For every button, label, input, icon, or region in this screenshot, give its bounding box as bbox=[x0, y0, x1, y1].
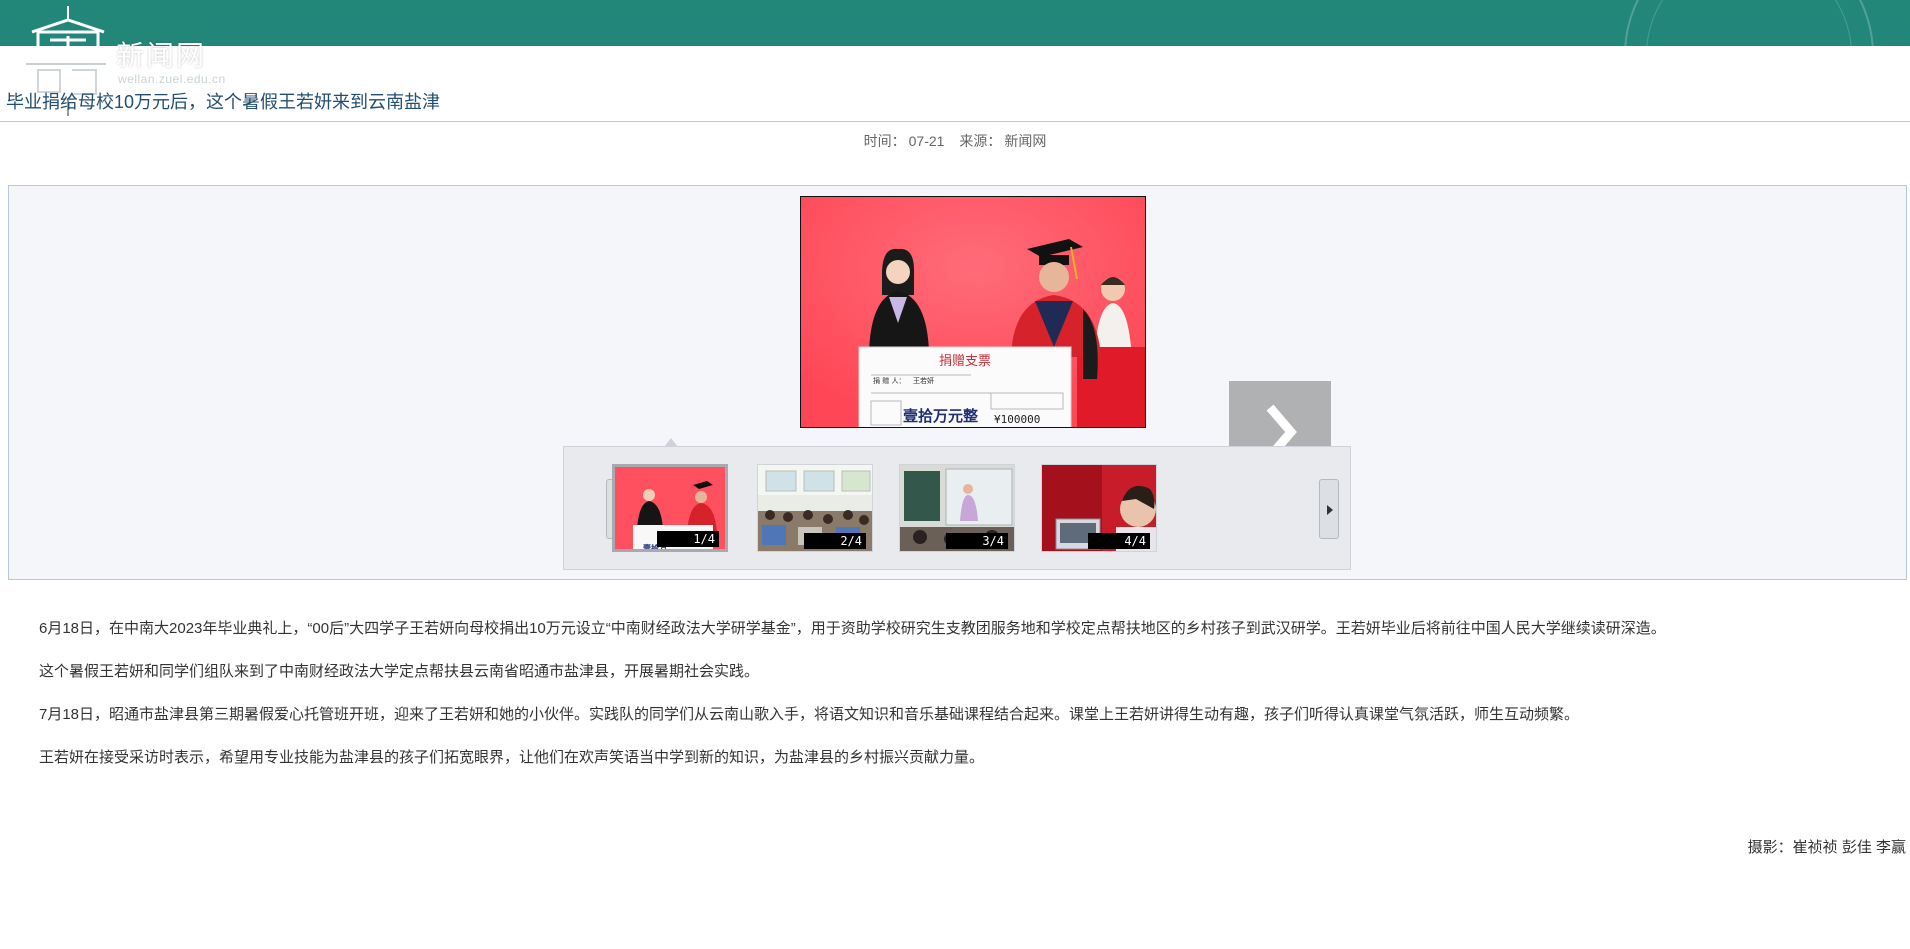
header-band bbox=[0, 0, 1910, 46]
thumbnail-1-counter: 1/4 bbox=[657, 531, 719, 547]
source-label: 来源： bbox=[959, 133, 1002, 149]
article-body: 6月18日，在中南大2023年毕业典礼上，“00后”大四学子王若妍向母校捐出10… bbox=[39, 620, 1899, 792]
thumbnail-4-counter: 4/4 bbox=[1088, 533, 1150, 549]
university-seal-watermark bbox=[1624, 0, 1874, 46]
title-divider bbox=[0, 121, 1910, 122]
triangle-right-icon bbox=[1327, 505, 1333, 515]
thumbnail-3-counter: 3/4 bbox=[946, 533, 1008, 549]
photo-credit: 摄影：崔祯祯 彭佳 李赢 bbox=[1747, 839, 1906, 856]
svg-text:捐 赠 人：: 捐 赠 人： bbox=[873, 376, 905, 385]
source-value: 新闻网 bbox=[1004, 133, 1047, 149]
article-meta: 时间： 07-21 来源： 新闻网 bbox=[0, 131, 1910, 151]
time-value: 07-21 bbox=[908, 133, 945, 149]
cheque-figure: ¥100000 bbox=[994, 413, 1040, 426]
paragraph-1: 6月18日，在中南大2023年毕业典礼上，“00后”大四学子王若妍向母校捐出10… bbox=[39, 620, 1666, 637]
paragraph-2: 这个暑假王若妍和同学们组队来到了中南财经政法大学定点帮扶县云南省昭通市盐津县，开… bbox=[39, 663, 760, 680]
cheque-donor: 王若妍 bbox=[913, 376, 934, 385]
site-domain: wellan.zuel.edu.cn bbox=[118, 72, 226, 86]
active-thumb-pointer bbox=[664, 438, 678, 447]
cheque-amount: 壹拾万元整 bbox=[903, 407, 978, 425]
thumbnail-strip: 壹拾万 1/4 2/4 3/4 4/4 bbox=[563, 438, 1351, 570]
paragraph-3: 7月18日，昭通市盐津县第三期暑假爱心托管班开班，迎来了王若妍和她的小伙伴。实践… bbox=[39, 706, 1580, 723]
paragraph-4: 王若妍在接受采访时表示，希望用专业技能为盐津县的孩子们拓宽眼界，让他们在欢声笑语… bbox=[39, 749, 985, 766]
main-photo[interactable]: 捐赠支票 捐 赠 人： 王若妍 壹拾万元整 ¥100000 bbox=[800, 196, 1146, 428]
thumbnail-1[interactable]: 壹拾万 1/4 bbox=[612, 464, 728, 552]
thumbnail-3[interactable]: 3/4 bbox=[899, 464, 1015, 552]
main-photo-image: 捐赠支票 捐 赠 人： 王若妍 壹拾万元整 ¥100000 bbox=[801, 197, 1145, 427]
photo-gallery: 捐赠支票 捐 赠 人： 王若妍 壹拾万元整 ¥100000 壹拾万 1/4 2/… bbox=[8, 185, 1907, 580]
time-label: 时间： bbox=[863, 133, 906, 149]
thumbnail-4[interactable]: 4/4 bbox=[1041, 464, 1157, 552]
thumbnail-next-button[interactable] bbox=[1319, 479, 1339, 539]
site-name: 新闻网 bbox=[116, 39, 207, 72]
cheque-title: 捐赠支票 bbox=[939, 354, 991, 369]
thumbnail-2-counter: 2/4 bbox=[804, 533, 866, 549]
article-title: 毕业捐给母校10万元后，这个暑假王若妍来到云南盐津 bbox=[6, 92, 441, 112]
thumbnail-2[interactable]: 2/4 bbox=[757, 464, 873, 552]
